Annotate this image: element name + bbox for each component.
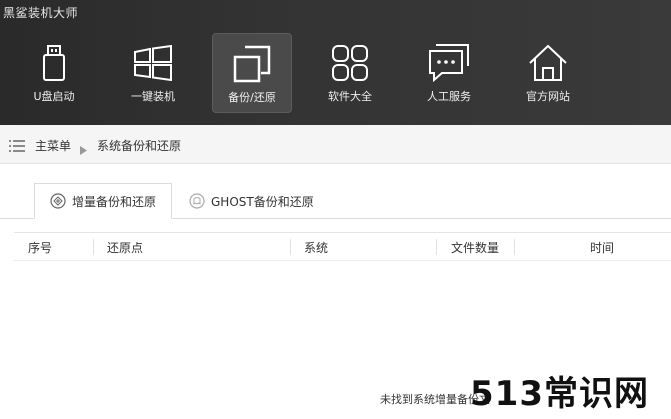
column-divider — [290, 239, 291, 255]
breadcrumb: 主菜单 系统备份和还原 — [0, 125, 671, 164]
nav-label: 一键装机 — [131, 90, 175, 103]
column-header-file-count: 文件数量 — [451, 241, 500, 255]
column-divider — [93, 239, 94, 255]
column-header-system: 系统 — [304, 241, 329, 255]
column-divider — [514, 239, 515, 255]
nav-one-click-install[interactable]: 一键装机 — [113, 33, 193, 113]
nav-label: 软件大全 — [328, 90, 372, 103]
app-title: 黑鲨装机大师 — [3, 6, 79, 20]
usb-drive-icon — [32, 42, 76, 84]
nav-support[interactable]: 人工服务 — [409, 33, 489, 113]
main-nav: U盘启动 一键装机 备份/还原 软件大全 人工服务 官方网站 — [0, 33, 671, 117]
breadcrumb-current: 系统备份和还原 — [97, 139, 182, 153]
tab-label: 增量备份和还原 — [72, 194, 157, 209]
apps-grid-icon — [328, 42, 372, 84]
column-header-index: 序号 — [28, 241, 53, 255]
incremental-backup-icon — [50, 193, 66, 209]
column-header-time: 时间 — [590, 241, 615, 255]
tab-incremental-backup[interactable]: 增量备份和还原 — [34, 183, 172, 219]
chat-bubble-icon — [427, 42, 471, 84]
column-divider — [436, 239, 437, 255]
top-bar: 黑鲨装机大师 U盘启动 一键装机 备份/还原 软件大全 人工服务 官方网站 — [0, 0, 671, 125]
watermark-text: 513常识网 — [470, 374, 649, 414]
tab-ghost-backup[interactable]: GHOST备份和还原 — [187, 183, 314, 219]
tab-bar: 增量备份和还原 GHOST备份和还原 — [0, 183, 671, 219]
chevron-right-icon — [80, 140, 87, 159]
table-header: 序号 还原点 系统 文件数量 时间 — [14, 233, 671, 261]
backup-copy-icon — [230, 43, 274, 85]
windows-icon — [131, 42, 175, 84]
breadcrumb-main-menu[interactable]: 主菜单 — [35, 137, 71, 154]
tab-label: GHOST备份和还原 — [211, 194, 314, 209]
ghost-icon — [189, 193, 205, 209]
nav-official-site[interactable]: 官方网站 — [508, 33, 588, 113]
nav-label: 官方网站 — [526, 90, 570, 103]
nav-label: 人工服务 — [427, 90, 471, 103]
nav-backup-restore[interactable]: 备份/还原 — [212, 33, 292, 113]
nav-label: U盘启动 — [33, 90, 75, 103]
menu-list-icon — [9, 138, 25, 157]
column-header-restore-point: 还原点 — [107, 241, 144, 255]
nav-usb-boot[interactable]: U盘启动 — [14, 33, 94, 113]
home-icon — [526, 42, 570, 84]
nav-software[interactable]: 软件大全 — [310, 33, 390, 113]
nav-label: 备份/还原 — [228, 91, 276, 104]
